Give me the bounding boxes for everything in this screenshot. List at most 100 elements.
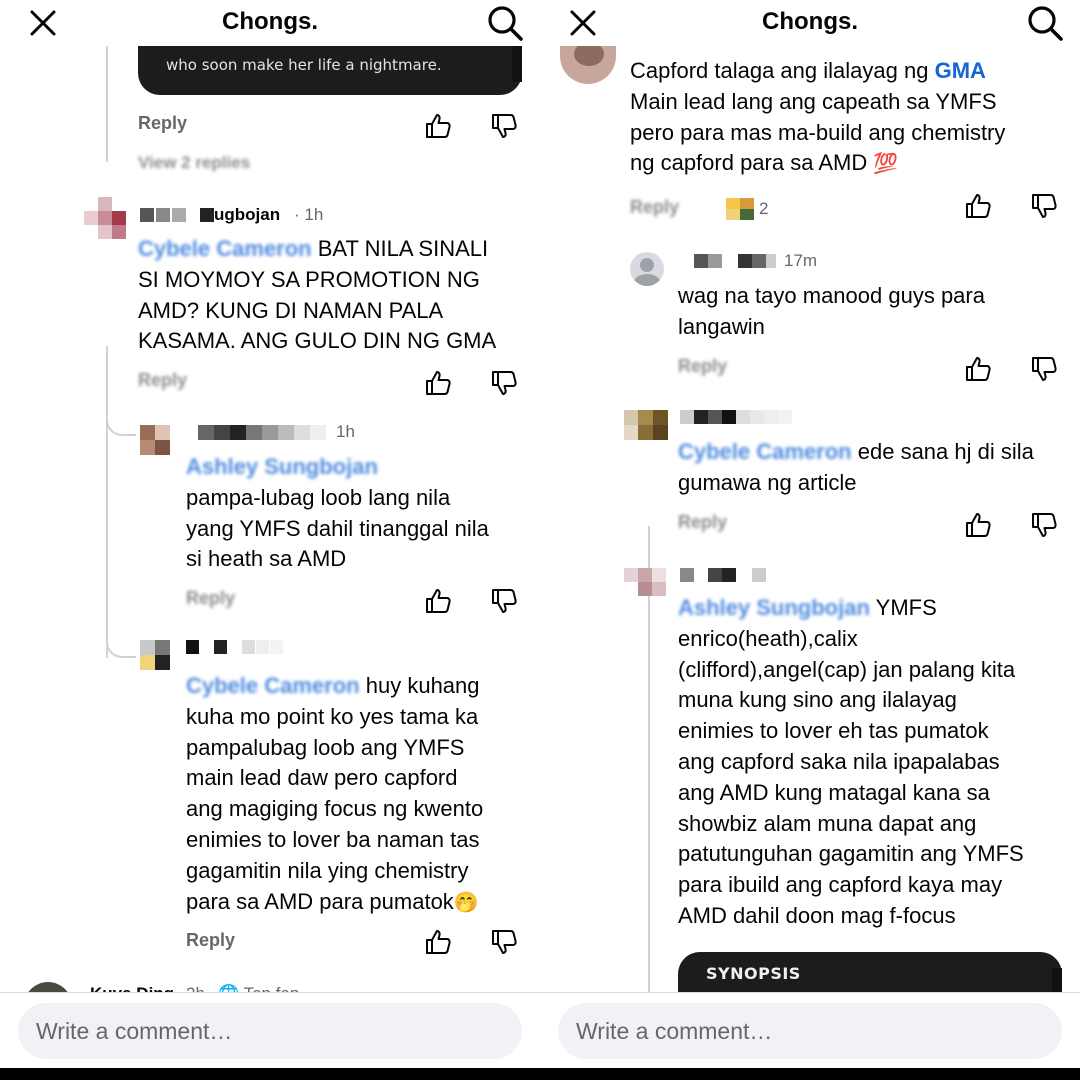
comment-text-line: enimies to lover ba naman tas bbox=[186, 826, 480, 852]
reply-button[interactable]: Reply bbox=[138, 113, 187, 134]
dislike-icon[interactable] bbox=[490, 112, 518, 140]
shared-post-card[interactable]: SYNOPSIS bbox=[678, 952, 1062, 992]
view-replies-link[interactable]: View 2 replies bbox=[138, 153, 250, 173]
like-icon[interactable] bbox=[424, 928, 452, 956]
comment-body: Ashley Sungbojan pampa-lubag loob lang n… bbox=[186, 452, 526, 575]
comment-text-line: YMFS bbox=[875, 595, 937, 620]
reaction-count: 2 bbox=[759, 199, 769, 218]
reply-button[interactable]: Reply bbox=[678, 512, 727, 533]
avatar[interactable] bbox=[624, 410, 668, 440]
comment-text-line: gagamitin nila ying chemistry bbox=[186, 857, 469, 883]
comment-text-line: KASAMA. ANG GULO DIN NG GMA bbox=[138, 328, 497, 354]
hand-over-mouth-emoji: 🤭 bbox=[453, 891, 479, 914]
comment-text-line: ang capford saka nila ipapalabas bbox=[678, 748, 1000, 774]
comment-body: Cybele Cameron BAT NILA SINALI SI MOYMOY… bbox=[138, 234, 528, 357]
avatar[interactable] bbox=[140, 640, 170, 670]
comment-text-line: si heath sa AMD bbox=[186, 546, 347, 572]
comment-text-line: enrico(heath),calix bbox=[678, 625, 858, 651]
left-screenshot-panel: Chongs. who soon make her life a nightma… bbox=[0, 0, 540, 1068]
comment-text-line: yang YMFS dahil tinanggal nila bbox=[186, 515, 489, 541]
badge-label: Top fan bbox=[244, 984, 300, 992]
comment-text-line: (clifford),angel(cap) jan palang kita bbox=[678, 656, 1016, 682]
dislike-icon[interactable] bbox=[1030, 511, 1058, 539]
comment-text-line: pero para mas ma-build ang chemistry bbox=[630, 119, 1006, 145]
dislike-icon[interactable] bbox=[490, 369, 518, 397]
like-icon[interactable] bbox=[424, 112, 452, 140]
like-icon[interactable] bbox=[964, 355, 992, 383]
comment-input[interactable]: Write a comment… bbox=[18, 1003, 522, 1059]
mention-link[interactable]: Cybele Cameron bbox=[678, 439, 852, 464]
comment-text-line: kuha mo point ko yes tama ka bbox=[186, 703, 479, 729]
comment-composer-bar: Write a comment… bbox=[0, 992, 540, 1068]
search-icon[interactable] bbox=[486, 4, 524, 42]
redacted-name bbox=[694, 254, 784, 268]
avatar[interactable] bbox=[560, 46, 616, 84]
comment-text-line: ede sana hj di sila bbox=[857, 439, 1034, 464]
like-icon[interactable] bbox=[424, 369, 452, 397]
comment-text-line: ng capford para sa AMD bbox=[630, 150, 868, 176]
comment-text-line: para ibuild ang capford kaya may bbox=[678, 872, 1003, 898]
mention-link[interactable]: Cybele Cameron bbox=[138, 236, 312, 261]
redacted-name bbox=[680, 568, 770, 582]
mention-link[interactable]: Ashley Sungbojan bbox=[186, 454, 378, 479]
dislike-icon[interactable] bbox=[490, 587, 518, 615]
avatar[interactable] bbox=[140, 425, 170, 455]
comment-body: Cybele Cameron ede sana hj di sila gumaw… bbox=[678, 437, 1068, 499]
shared-post-card[interactable]: who soon make her life a nightmare. bbox=[138, 46, 522, 95]
redacted-name bbox=[186, 640, 296, 654]
avatar[interactable] bbox=[84, 197, 126, 239]
commenter-name[interactable]: Kuya Ding bbox=[90, 984, 174, 992]
dislike-icon[interactable] bbox=[490, 928, 518, 956]
comment-time: 17m bbox=[784, 251, 818, 270]
reply-button[interactable]: Reply bbox=[186, 930, 235, 951]
mention-link[interactable]: Cybele Cameron bbox=[186, 673, 360, 698]
comment-text-line: Capford talaga ang ilalayag ng bbox=[630, 58, 929, 83]
thread-line bbox=[106, 346, 108, 658]
card-label: SYNOPSIS bbox=[706, 964, 801, 983]
mention-link[interactable]: GMA bbox=[935, 58, 986, 83]
comment-text-line: langawin bbox=[678, 313, 765, 339]
comment-text-line: ang magiging focus ng kwento bbox=[186, 796, 484, 822]
like-icon[interactable] bbox=[964, 511, 992, 539]
comment-text-line: ang AMD kung matagal kana sa bbox=[678, 779, 990, 805]
comment-text-line: SI MOYMOY SA PROMOTION NG bbox=[138, 266, 480, 292]
header-bar: Chongs. bbox=[540, 0, 1080, 46]
avatar[interactable] bbox=[630, 252, 664, 286]
reply-button[interactable]: Reply bbox=[630, 197, 679, 218]
comment-input[interactable]: Write a comment… bbox=[558, 1003, 1062, 1059]
comment-composer-bar: Write a comment… bbox=[540, 992, 1080, 1068]
reply-button[interactable]: Reply bbox=[678, 356, 727, 377]
card-edge bbox=[1052, 968, 1062, 992]
like-icon[interactable] bbox=[424, 587, 452, 615]
card-caption: who soon make her life a nightmare. bbox=[166, 56, 442, 74]
dislike-icon[interactable] bbox=[1030, 355, 1058, 383]
comment-text-line: huy kuhang bbox=[365, 673, 480, 698]
comment-thread: who soon make her life a nightmare. Repl… bbox=[0, 46, 540, 992]
thread-line bbox=[106, 46, 108, 162]
comment-time: 2h bbox=[186, 984, 205, 992]
avatar[interactable] bbox=[624, 568, 666, 596]
mention-link[interactable]: Ashley Sungbojan bbox=[678, 595, 870, 620]
reaction-icons[interactable] bbox=[726, 198, 754, 220]
comment-text-line: patutunguhan gagamitin ang YMFS bbox=[678, 841, 1024, 867]
comment-thread: Capford talaga ang ilalayag ng GMA Main … bbox=[540, 46, 1080, 992]
top-fan-badge: 🌐 Top fan bbox=[218, 984, 299, 992]
dislike-icon[interactable] bbox=[1030, 192, 1058, 220]
redacted-name bbox=[680, 410, 810, 424]
comment-body: wag na tayo manood guys para langawin bbox=[678, 281, 1068, 343]
comment-text-line: wag na tayo manood guys para bbox=[678, 283, 985, 308]
reply-connector bbox=[106, 406, 136, 436]
redacted-name bbox=[140, 208, 186, 222]
page-title: Chongs. bbox=[222, 8, 318, 35]
commenter-name[interactable]: ugbojan bbox=[214, 205, 280, 225]
comment-text-line: gumawa ng article bbox=[678, 469, 857, 495]
reply-button[interactable]: Reply bbox=[186, 588, 235, 609]
header-bar: Chongs. bbox=[0, 0, 540, 46]
comment-text-line: muna kung sino ang ilalayag bbox=[678, 687, 957, 713]
search-icon[interactable] bbox=[1026, 4, 1064, 42]
page-title: Chongs. bbox=[762, 8, 858, 35]
right-screenshot-panel: Chongs. Capford talaga ang ilalayag ng G… bbox=[540, 0, 1080, 1068]
like-icon[interactable] bbox=[964, 192, 992, 220]
avatar[interactable] bbox=[24, 982, 72, 992]
reply-button[interactable]: Reply bbox=[138, 370, 187, 391]
